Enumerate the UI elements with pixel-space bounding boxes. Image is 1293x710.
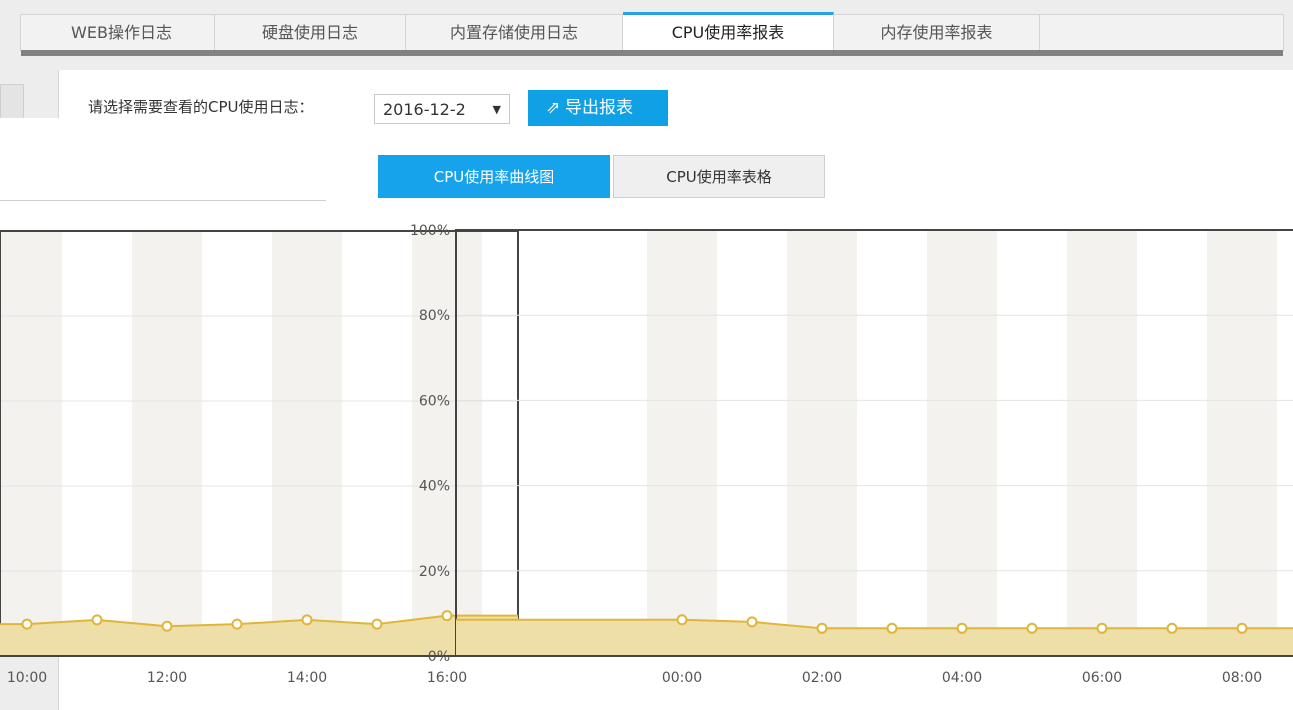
y-tick-label: 40% [419, 479, 450, 495]
data-point [371, 618, 383, 630]
data-point [1166, 622, 1178, 634]
column-band [1207, 230, 1277, 656]
divider [0, 200, 326, 201]
tab-memory-report[interactable]: 内存使用率报表 [834, 15, 1040, 51]
x-tick-label: 04:00 [942, 670, 982, 686]
date-select-value: 2016-12-2 [383, 100, 466, 119]
x-tick-label: 08:00 [1222, 670, 1262, 686]
column-band [0, 231, 62, 656]
data-point [91, 614, 103, 626]
tab-cpu-curve[interactable]: CPU使用率曲线图 [378, 155, 610, 198]
data-point [1236, 622, 1248, 634]
data-point [21, 618, 33, 630]
y-tick-label: 80% [419, 308, 450, 324]
x-tick-label: 10:00 [7, 670, 47, 686]
data-point [1026, 622, 1038, 634]
data-point [956, 622, 968, 634]
y-tick-label: 60% [419, 393, 450, 409]
data-point [1096, 622, 1108, 634]
report-tabbar: WEB操作日志 硬盘使用日志 内置存储使用日志 CPU使用率报表 内存使用率报表 [20, 12, 1284, 56]
plot-frame [455, 229, 1293, 656]
column-band [927, 230, 997, 656]
tab-cpu-table[interactable]: CPU使用率表格 [613, 155, 825, 198]
data-point [886, 622, 898, 634]
chevron-down-icon: ▼ [492, 103, 501, 116]
y-tick-label: 100% [410, 223, 450, 239]
export-report-button[interactable]: ⇗ 导出报表 [528, 90, 668, 126]
export-icon: ⇗ [546, 98, 561, 117]
cpu-usage-chart-right: 00:00 02:00 04:00 06:00 08:00 100% 80% 60% 40% 20… [410, 223, 1293, 686]
tab-cpu-report[interactable]: CPU使用率报表 [623, 12, 834, 54]
x-tick-label: 00:00 [662, 670, 702, 686]
tab-storage-log[interactable]: 内置存储使用日志 [406, 15, 623, 51]
data-point [746, 616, 758, 628]
data-point [301, 614, 313, 626]
x-tick-label: 06:00 [1082, 670, 1122, 686]
data-point [676, 614, 688, 626]
x-tick-label: 02:00 [802, 670, 842, 686]
tab-disk-log[interactable]: 硬盘使用日志 [215, 15, 406, 51]
y-tick-label: 20% [419, 564, 450, 580]
data-point [161, 620, 173, 632]
tab-web-log[interactable]: WEB操作日志 [29, 15, 215, 51]
column-band [132, 231, 202, 656]
column-band [272, 231, 342, 656]
x-tick-label: 14:00 [287, 670, 327, 686]
column-band [787, 230, 857, 656]
x-tick-label: 12:00 [147, 670, 187, 686]
tab-underline-artifact [21, 50, 1283, 56]
data-point [816, 622, 828, 634]
column-band [1067, 230, 1137, 656]
date-select[interactable]: 2016-12-2 ▼ [374, 94, 510, 124]
export-report-label: 导出报表 [564, 98, 633, 117]
y-tick-label: 0% [428, 649, 450, 665]
column-band [647, 230, 717, 656]
data-point [231, 618, 243, 630]
